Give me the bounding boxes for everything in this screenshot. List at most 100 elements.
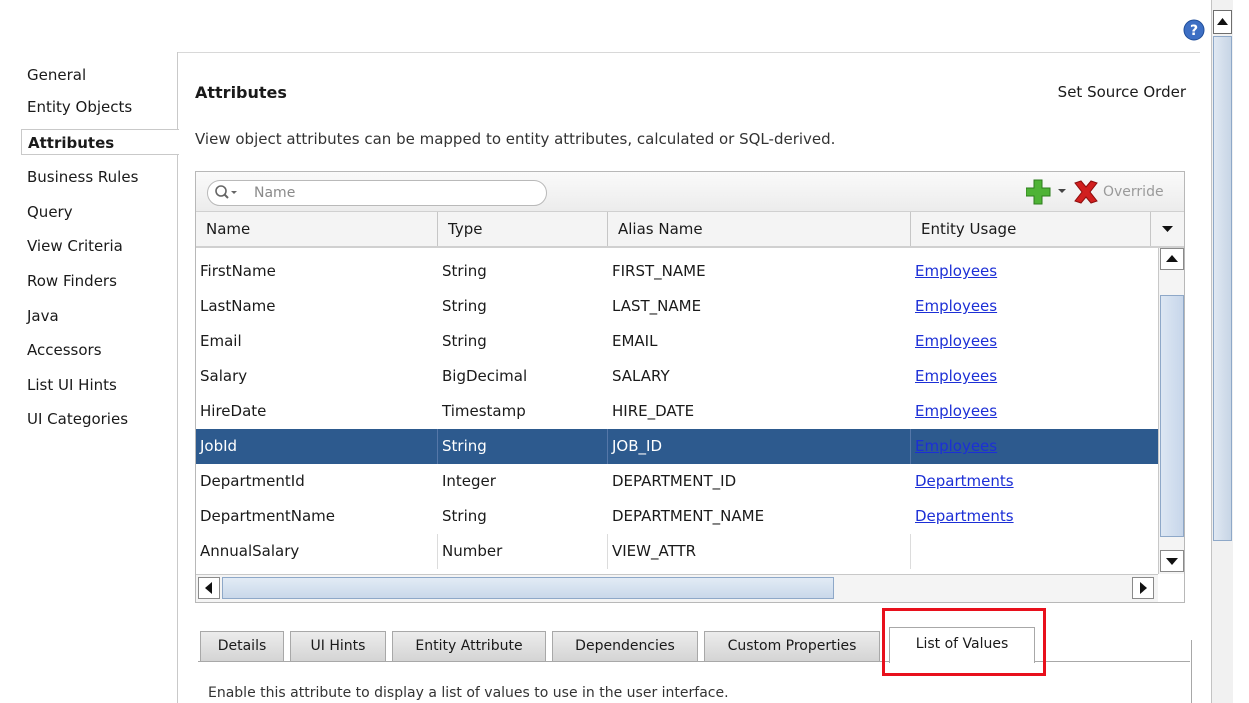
tab-entity-attribute[interactable]: Entity Attribute xyxy=(392,631,546,661)
column-header-alias-name[interactable]: Alias Name xyxy=(608,212,911,246)
cell-type: String xyxy=(442,262,487,280)
cell-name: DepartmentId xyxy=(200,472,305,490)
add-icon xyxy=(1025,179,1066,205)
page-description: View object attributes can be mapped to … xyxy=(195,130,836,148)
scroll-down-button[interactable] xyxy=(1160,550,1184,572)
scroll-up-button[interactable] xyxy=(1160,248,1184,270)
nav-item-attributes[interactable]: Attributes xyxy=(21,129,179,155)
entity-usage-link[interactable]: Employees xyxy=(915,297,997,315)
nav-item-query[interactable]: Query xyxy=(27,199,73,225)
cell-name: AnnualSalary xyxy=(196,534,438,569)
cell-alias: JOB_ID xyxy=(608,429,911,464)
entity-usage-link[interactable]: Employees xyxy=(915,402,997,420)
table-vertical-scrollbar[interactable] xyxy=(1158,248,1184,574)
nav-item-business-rules[interactable]: Business Rules xyxy=(27,164,138,190)
cell-type: String xyxy=(438,429,608,464)
add-attribute-button[interactable] xyxy=(1025,178,1070,206)
delete-attribute-button[interactable] xyxy=(1071,178,1101,206)
entity-usage-link[interactable]: Departments xyxy=(915,472,1014,490)
left-navigation: General Entity Objects Attributes Busine… xyxy=(18,52,179,703)
table-body: FirstName String FIRST_NAME Employees La… xyxy=(196,254,1158,574)
attribute-tabs: Details UI Hints Entity Attribute Depend… xyxy=(198,603,1198,703)
column-header-name[interactable]: Name xyxy=(196,212,438,246)
page-title: Attributes xyxy=(195,83,287,102)
nav-item-list-ui-hints[interactable]: List UI Hints xyxy=(27,372,117,398)
cell-type: String xyxy=(442,507,487,525)
cell-alias: SALARY xyxy=(612,367,670,385)
arrow-up-icon xyxy=(1217,18,1228,25)
nav-item-view-criteria[interactable]: View Criteria xyxy=(27,233,123,259)
nav-item-ui-categories[interactable]: UI Categories xyxy=(27,406,128,432)
cell-name: DepartmentName xyxy=(200,507,336,525)
cell-type: Integer xyxy=(442,472,496,490)
cell-name: LastName xyxy=(200,297,276,315)
attributes-table: Override Name Type Alias Name Entity Usa… xyxy=(195,171,1185,603)
override-button[interactable]: Override xyxy=(1103,184,1164,200)
entity-usage-link[interactable]: Employees xyxy=(915,437,997,455)
delete-icon xyxy=(1074,180,1098,204)
svg-text:?: ? xyxy=(1190,23,1198,39)
tab-custom-properties[interactable]: Custom Properties xyxy=(704,631,880,661)
cell-alias: LAST_NAME xyxy=(612,297,702,315)
search-input[interactable] xyxy=(252,182,542,204)
cell-alias: EMAIL xyxy=(612,332,658,350)
table-horizontal-scrollbar[interactable] xyxy=(196,574,1158,602)
cell-name: Email xyxy=(200,332,242,350)
search-box xyxy=(207,180,547,206)
list-of-values-description: Enable this attribute to display a list … xyxy=(208,685,729,701)
cell-alias: VIEW_ATTR xyxy=(608,534,911,569)
help-icon[interactable]: ? xyxy=(1183,19,1205,41)
table-toolbar: Override xyxy=(196,172,1184,212)
tab-divider xyxy=(1191,640,1192,703)
nav-item-row-finders[interactable]: Row Finders xyxy=(27,268,117,294)
highlight-box xyxy=(882,608,1046,676)
cell-alias: FIRST_NAME xyxy=(612,262,706,280)
cell-type: BigDecimal xyxy=(442,367,528,385)
table-header: Name Type Alias Name Entity Usage xyxy=(196,212,1184,248)
table-row[interactable]: Email String EMAIL Employees xyxy=(196,324,1158,359)
column-header-type[interactable]: Type xyxy=(438,212,608,246)
nav-item-general[interactable]: General xyxy=(27,62,86,88)
cell-alias: DEPARTMENT_ID xyxy=(612,472,737,490)
scroll-left-button[interactable] xyxy=(198,577,220,599)
entity-usage-link[interactable]: Departments xyxy=(915,507,1014,525)
table-row[interactable]: HireDate Timestamp HIRE_DATE Employees xyxy=(196,394,1158,429)
column-menu-chevron-down-icon[interactable] xyxy=(1151,212,1184,246)
page-scroll-thumb[interactable] xyxy=(1213,36,1232,541)
cell-type: String xyxy=(442,332,487,350)
table-row[interactable]: DepartmentId Integer DEPARTMENT_ID Depar… xyxy=(196,464,1158,499)
cell-name: FirstName xyxy=(200,262,276,280)
nav-item-java[interactable]: Java xyxy=(27,303,59,329)
cell-name: HireDate xyxy=(200,402,267,420)
attributes-panel: Attributes Set Source Order View object … xyxy=(178,52,1200,703)
set-source-order-link[interactable]: Set Source Order xyxy=(1058,83,1186,101)
table-row[interactable]: LastName String LAST_NAME Employees xyxy=(196,289,1158,324)
scroll-thumb[interactable] xyxy=(1160,295,1184,537)
table-row[interactable]: Salary BigDecimal SALARY Employees xyxy=(196,359,1158,394)
scroll-thumb[interactable] xyxy=(222,577,834,599)
column-header-entity-usage[interactable]: Entity Usage xyxy=(911,212,1151,246)
entity-usage-link[interactable]: Employees xyxy=(915,262,997,280)
page-vertical-scrollbar[interactable] xyxy=(1211,0,1233,703)
tab-details[interactable]: Details xyxy=(200,631,284,661)
nav-item-entity-objects[interactable]: Entity Objects xyxy=(27,94,132,120)
cell-alias: DEPARTMENT_NAME xyxy=(612,507,765,525)
table-row[interactable]: DepartmentName String DEPARTMENT_NAME De… xyxy=(196,499,1158,534)
search-icon[interactable] xyxy=(213,183,239,203)
entity-usage-link[interactable]: Employees xyxy=(915,332,997,350)
cell-name: JobId xyxy=(196,429,438,464)
arrow-up-icon xyxy=(1166,255,1178,262)
tab-ui-hints[interactable]: UI Hints xyxy=(290,631,386,661)
table-row-selected[interactable]: JobId String JOB_ID Employees xyxy=(196,429,1158,464)
table-row[interactable]: AnnualSalary Number VIEW_ATTR xyxy=(196,534,1158,569)
entity-usage-link[interactable]: Employees xyxy=(915,367,997,385)
tab-dependencies[interactable]: Dependencies xyxy=(552,631,698,661)
arrow-right-icon xyxy=(1140,582,1147,594)
nav-item-accessors[interactable]: Accessors xyxy=(27,337,102,363)
cell-type: Number xyxy=(438,534,608,569)
table-row[interactable]: FirstName String FIRST_NAME Employees xyxy=(196,254,1158,289)
cell-type: Timestamp xyxy=(442,402,526,420)
scroll-right-button[interactable] xyxy=(1132,577,1154,599)
page-scroll-up-button[interactable] xyxy=(1213,10,1232,34)
cell-type: String xyxy=(442,297,487,315)
